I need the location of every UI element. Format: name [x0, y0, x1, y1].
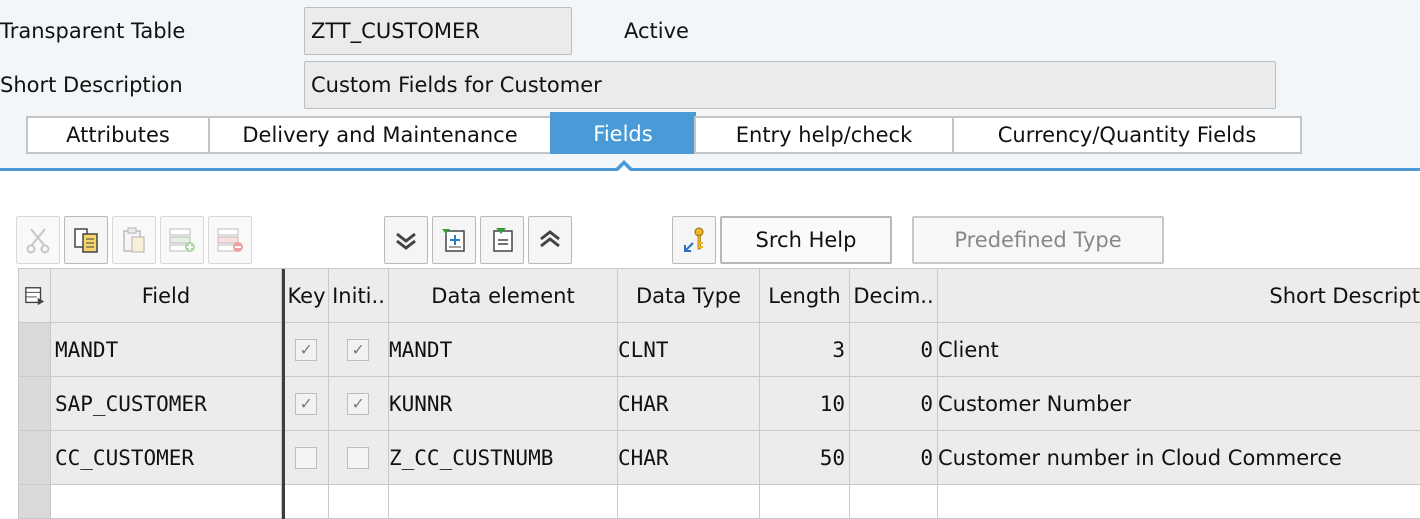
insert-row-button[interactable]: [160, 216, 204, 264]
table-settings-icon: [24, 287, 44, 306]
col-header-data-element[interactable]: Data element: [389, 269, 618, 323]
fields-table: Field Key Initi.. Data element Data Type…: [18, 268, 1420, 519]
tab-attributes[interactable]: Attributes: [26, 116, 210, 154]
cell-decimals[interactable]: 0: [850, 377, 938, 431]
copy-icon: [74, 228, 98, 253]
predefined-type-button[interactable]: Predefined Type: [912, 216, 1164, 264]
search-help-button[interactable]: Srch Help: [720, 216, 892, 264]
empty-cell[interactable]: [51, 485, 282, 519]
short-description-field[interactable]: Custom Fields for Customer: [304, 61, 1276, 109]
cell-field[interactable]: MANDT: [51, 323, 282, 377]
key-icon: [684, 227, 704, 252]
empty-cell[interactable]: [618, 485, 760, 519]
export-button[interactable]: [480, 216, 524, 264]
empty-cell[interactable]: [329, 485, 389, 519]
key-checkbox[interactable]: [295, 447, 317, 469]
cell-data-type[interactable]: CHAR: [618, 431, 760, 485]
cell-initial[interactable]: ✓: [329, 323, 389, 377]
import-button[interactable]: [432, 216, 476, 264]
cell-field[interactable]: SAP_CUSTOMER: [51, 377, 282, 431]
col-header-field[interactable]: Field: [51, 269, 282, 323]
fixed-column-separator[interactable]: [282, 269, 285, 519]
cell-initial[interactable]: ✓: [329, 377, 389, 431]
cell-initial[interactable]: [329, 431, 389, 485]
import-icon: [442, 229, 465, 252]
export-icon: [493, 228, 513, 252]
expand-all-button[interactable]: [528, 216, 572, 264]
initial-checkbox[interactable]: ✓: [347, 393, 369, 415]
col-header-decimals[interactable]: Decim..: [850, 269, 938, 323]
cell-data-element[interactable]: MANDT: [389, 323, 618, 377]
cut-icon: [26, 228, 50, 254]
cell-data-type[interactable]: CHAR: [618, 377, 760, 431]
tab-entry-help-check[interactable]: Entry help/check: [694, 116, 954, 154]
short-description-label: Short Description: [0, 73, 183, 97]
table-settings-cell[interactable]: [19, 269, 51, 323]
cell-key[interactable]: ✓: [285, 377, 329, 431]
copy-button[interactable]: [64, 216, 108, 264]
key-checkbox[interactable]: ✓: [295, 393, 317, 415]
cell-data-element[interactable]: KUNNR: [389, 377, 618, 431]
col-header-short-description[interactable]: Short Descript: [938, 269, 1420, 323]
cell-decimals[interactable]: 0: [850, 431, 938, 485]
tab-delivery-and-maintenance[interactable]: Delivery and Maintenance: [208, 116, 552, 154]
key-checkbox[interactable]: ✓: [295, 339, 317, 361]
cell-data-element[interactable]: Z_CC_CUSTNUMB: [389, 431, 618, 485]
cell-data-type[interactable]: CLNT: [618, 323, 760, 377]
col-header-length[interactable]: Length: [760, 269, 850, 323]
col-header-initial[interactable]: Initi..: [329, 269, 389, 323]
empty-cell[interactable]: [938, 485, 1420, 519]
empty-cell[interactable]: [760, 485, 850, 519]
col-header-key[interactable]: Key: [285, 269, 329, 323]
cut-button[interactable]: [16, 216, 60, 264]
initial-checkbox[interactable]: ✓: [347, 339, 369, 361]
delete-row-icon: [217, 228, 243, 252]
cell-key[interactable]: ✓: [285, 323, 329, 377]
empty-cell[interactable]: [850, 485, 938, 519]
collapse-all-icon: [396, 232, 416, 250]
paste-icon: [123, 227, 145, 253]
row-selector[interactable]: [19, 485, 51, 519]
cell-short-description[interactable]: Customer Number: [938, 377, 1420, 431]
initial-checkbox[interactable]: [347, 447, 369, 469]
tab-fields[interactable]: Fields: [550, 112, 696, 154]
empty-cell[interactable]: [285, 485, 329, 519]
row-selector[interactable]: [19, 431, 51, 485]
tab-currency-quantity-fields[interactable]: Currency/Quantity Fields: [952, 116, 1302, 154]
row-selector[interactable]: [19, 323, 51, 377]
cell-key[interactable]: [285, 431, 329, 485]
expand-all-icon: [540, 230, 560, 248]
cell-decimals[interactable]: 0: [850, 323, 938, 377]
status-label: Active: [624, 19, 689, 43]
paste-button[interactable]: [112, 216, 156, 264]
empty-cell[interactable]: [389, 485, 618, 519]
delete-row-button[interactable]: [208, 216, 252, 264]
row-selector[interactable]: [19, 377, 51, 431]
cell-length[interactable]: 50: [760, 431, 850, 485]
collapse-all-button[interactable]: [384, 216, 428, 264]
col-header-data-type[interactable]: Data Type: [618, 269, 760, 323]
cell-field[interactable]: CC_CUSTOMER: [51, 431, 282, 485]
cell-length[interactable]: 3: [760, 323, 850, 377]
cell-length[interactable]: 10: [760, 377, 850, 431]
cell-short-description[interactable]: Client: [938, 323, 1420, 377]
key-button[interactable]: [672, 216, 716, 264]
insert-row-icon: [169, 228, 195, 252]
cell-short-description[interactable]: Customer number in Cloud Commerce: [938, 431, 1420, 485]
table-name-field[interactable]: ZTT_CUSTOMER: [304, 7, 572, 55]
transparent-table-label: Transparent Table: [0, 19, 186, 43]
active-tab-indicator-inner: [618, 165, 630, 171]
